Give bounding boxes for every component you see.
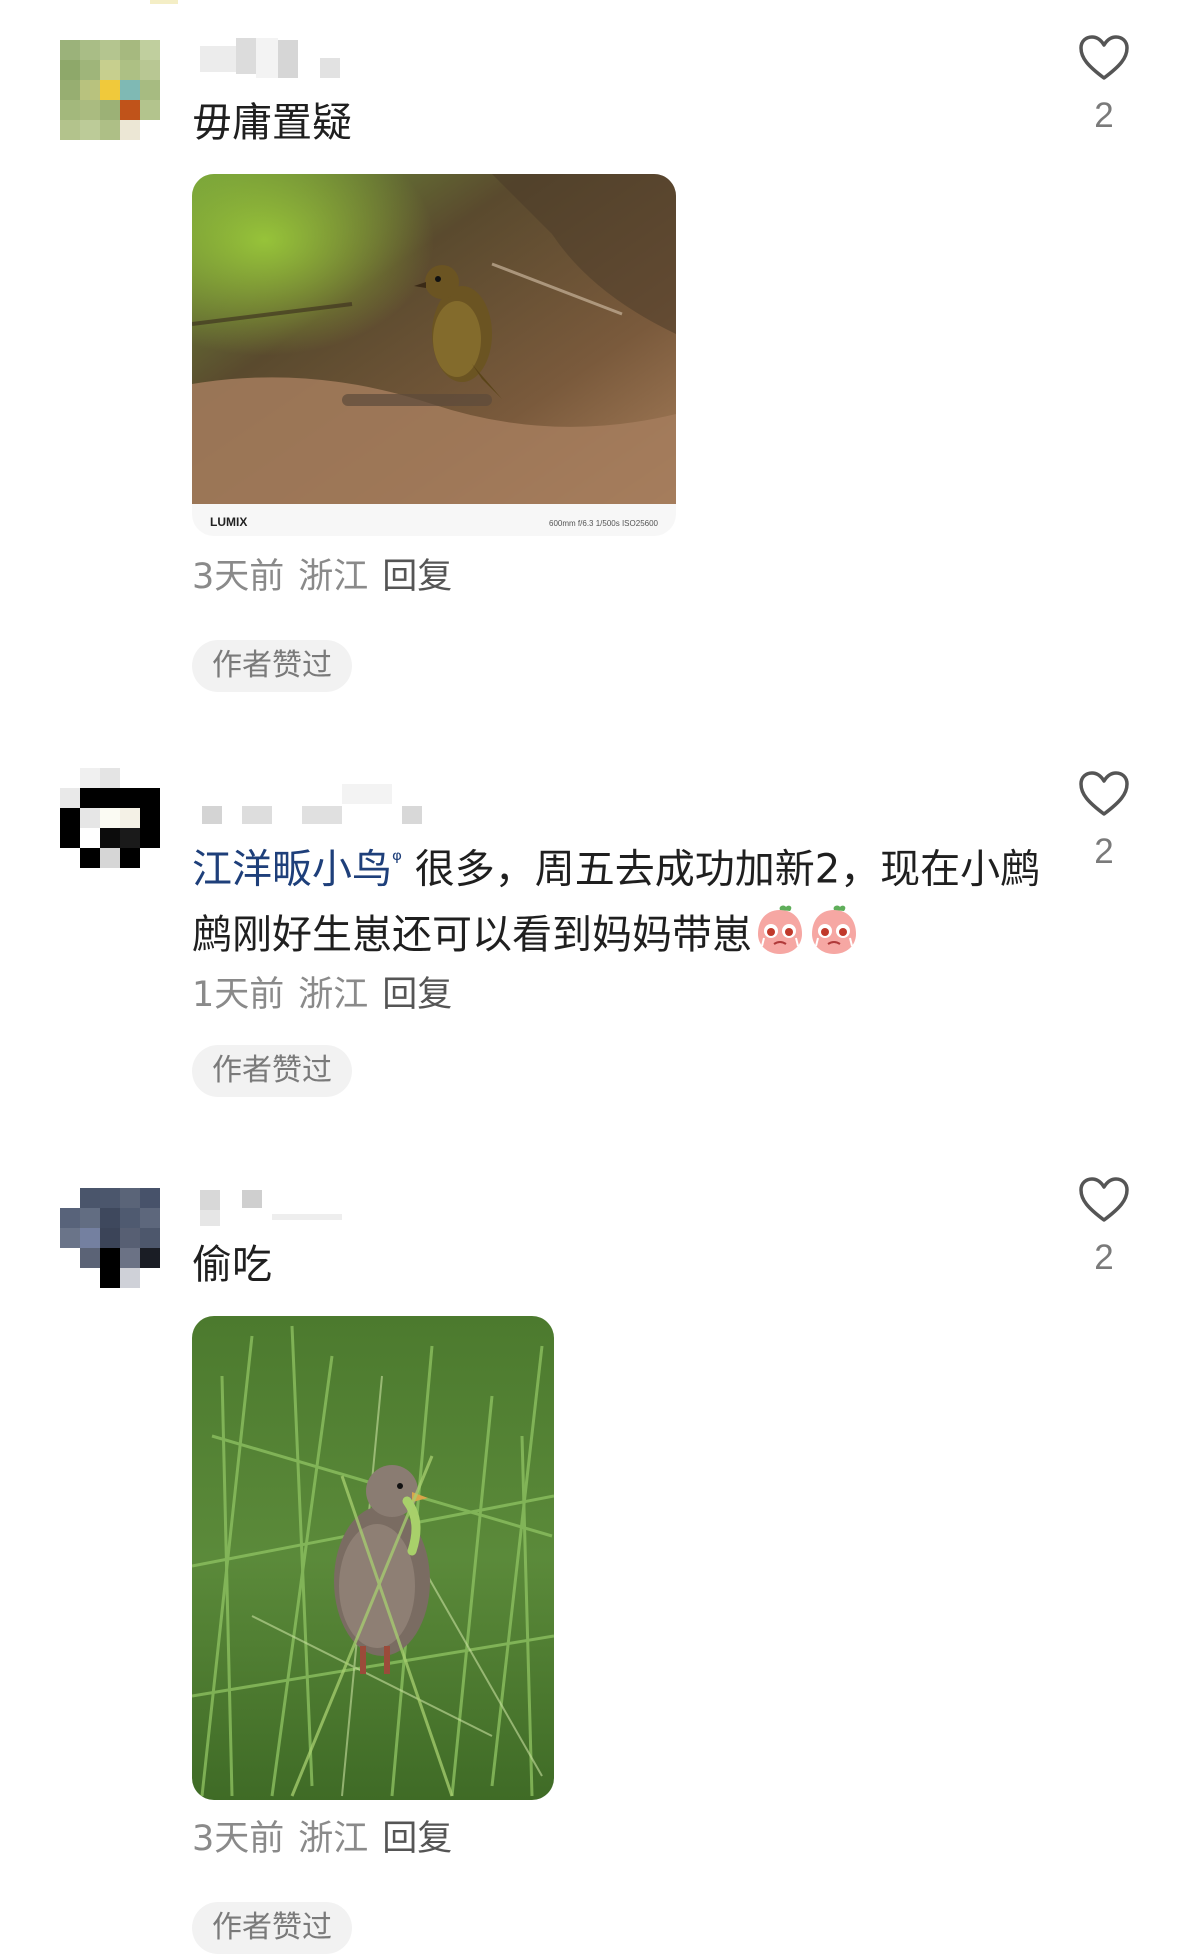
- comment-text: 偷吃: [192, 1242, 272, 1288]
- heart-outline-icon: [1079, 35, 1129, 80]
- watermark-exif: 600mm f/6.3 1/500s ISO25600: [549, 519, 659, 528]
- author-liked-badge: 作者赞过: [192, 1902, 352, 1954]
- comment-time: 3天前: [192, 1819, 285, 1859]
- comment-meta: 3天前 浙江 回复: [192, 1814, 466, 1864]
- user-mention[interactable]: 江洋畈小鸟: [192, 846, 392, 892]
- comment-photo[interactable]: [192, 1316, 554, 1800]
- avatar[interactable]: [60, 1188, 160, 1288]
- username-blurred[interactable]: [192, 38, 452, 78]
- like-button[interactable]: 2: [1074, 34, 1134, 136]
- search-mention-icon: ᵠ: [392, 846, 402, 874]
- comment-location: 浙江: [298, 975, 369, 1015]
- comment-meta: 3天前 浙江 回复: [192, 552, 466, 602]
- comment-meta: 1天前 浙江 回复: [192, 970, 466, 1020]
- comment-photo[interactable]: LUMIX 600mm f/6.3 1/500s ISO25600: [192, 174, 676, 536]
- previous-comment-edge: [150, 0, 178, 4]
- avatar[interactable]: [60, 768, 160, 868]
- crying-peach-emoji-icon: [758, 905, 802, 955]
- avatar[interactable]: [60, 40, 160, 140]
- like-button[interactable]: 2: [1074, 1176, 1134, 1278]
- bird-photo-thrush: LUMIX 600mm f/6.3 1/500s ISO25600: [192, 174, 676, 536]
- reply-button[interactable]: 回复: [382, 557, 452, 597]
- comment-text: 江洋畈小鸟ᵠ 很多，周五去成功加新2，现在小鹧鹧刚好生崽还可以看到妈妈带崽: [192, 827, 1052, 968]
- like-count: 2: [1094, 96, 1114, 135]
- heart-outline-icon: [1079, 771, 1129, 816]
- bird-photo-dove: [192, 1316, 554, 1800]
- comment-time: 3天前: [192, 557, 285, 597]
- watermark-brand: LUMIX: [210, 515, 247, 529]
- comment-text: 毋庸置疑: [192, 100, 352, 146]
- username-blurred[interactable]: [192, 784, 452, 824]
- author-liked-badge: 作者赞过: [192, 1045, 352, 1097]
- reply-button[interactable]: 回复: [382, 1819, 452, 1859]
- crying-peach-emoji-icon: [812, 905, 856, 955]
- like-count: 2: [1094, 832, 1114, 871]
- comment-time: 1天前: [192, 975, 285, 1015]
- heart-outline-icon: [1079, 1177, 1129, 1222]
- comment-location: 浙江: [298, 1819, 369, 1859]
- reply-button[interactable]: 回复: [382, 975, 452, 1015]
- author-liked-badge: 作者赞过: [192, 640, 352, 692]
- username-blurred[interactable]: [192, 1188, 452, 1228]
- like-count: 2: [1094, 1238, 1114, 1277]
- comment-location: 浙江: [298, 557, 369, 597]
- like-button[interactable]: 2: [1074, 770, 1134, 872]
